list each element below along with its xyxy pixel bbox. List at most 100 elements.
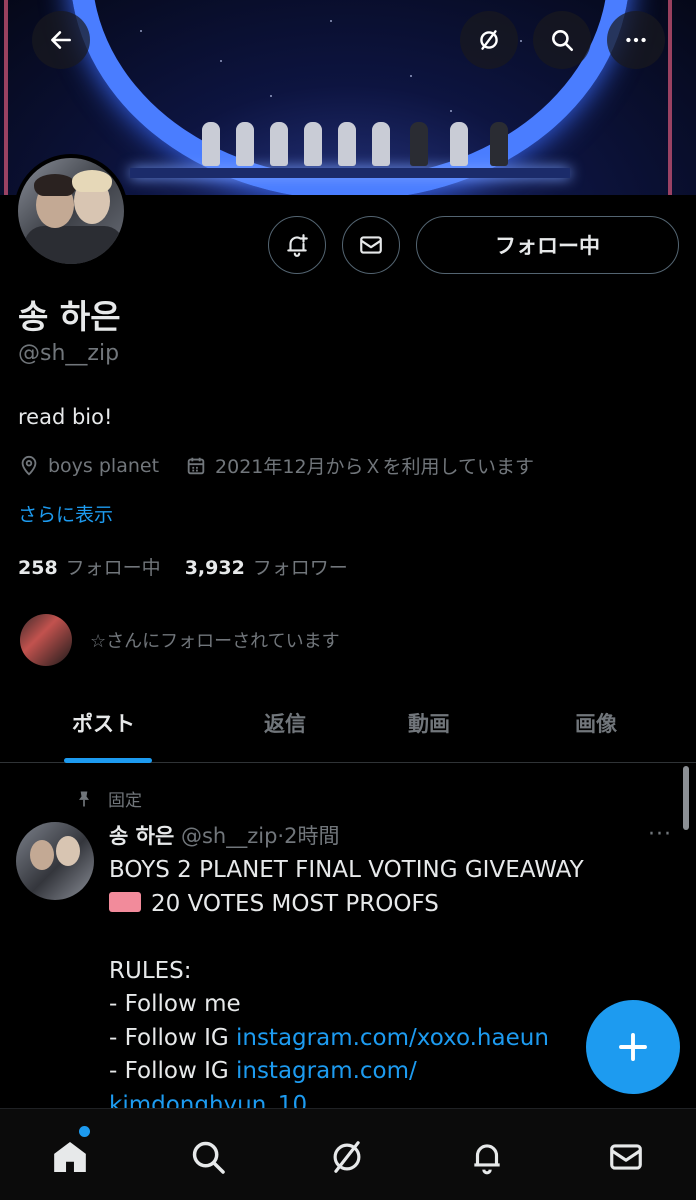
calendar-icon [187,457,205,474]
banner-figure [236,122,254,166]
profile-avatar[interactable] [14,154,128,268]
compose-button[interactable] [586,1000,680,1094]
banner-figure [410,122,428,166]
post-avatar[interactable] [16,822,94,900]
location-text: boys planet [48,454,160,477]
followed-by-row[interactable]: ☆さんにフォローされています [20,614,340,666]
banner-star [270,95,272,97]
avatar-figure [30,840,54,870]
bell-icon [474,1144,500,1175]
banner-star [220,60,222,62]
following-label: フォロー中 [65,557,161,579]
banner-star [140,30,142,32]
profile-tabs: ポスト 返信 動画 画像 [0,688,696,763]
slash-circle-icon [333,1141,361,1173]
post-text: BOYS 2 PLANET FINAL VOTING GIVEAWAY 20 V… [109,854,669,1122]
instagram-link[interactable]: instagram.com/ [236,1058,417,1084]
post-header: 송 하은 @sh__zip·2時間 [109,820,339,850]
banner-figure [338,122,356,166]
avatar-figure [34,174,76,196]
back-button[interactable] [32,11,90,69]
profile-name: 송 하은 [18,297,121,336]
profile-handle: @sh__zip [18,341,120,366]
slash-circle-icon [480,30,498,50]
avatar-figure [56,836,80,866]
mail-icon [610,1144,642,1170]
post-line: 20 VOTES MOST PROOFS [109,888,669,922]
tab-posts[interactable]: ポスト [72,708,135,738]
active-tab-indicator [64,758,152,763]
profile-bio: read bio! [18,405,113,429]
more-button[interactable] [607,11,665,69]
search-button[interactable] [533,11,591,69]
post-more-button[interactable]: ··· [648,822,672,847]
location-pin-icon [21,455,37,476]
show-more-link[interactable]: さらに表示 [18,500,113,527]
tab-videos[interactable]: 動画 [408,708,450,738]
banner-star [330,20,332,22]
tab-replies[interactable]: 返信 [264,708,306,738]
post-time[interactable]: 2時間 [284,824,339,848]
follower-avatar [20,614,72,666]
profile-meta: boys planet 2021年12月からＸを利用しています [18,452,560,479]
ticket-emoji-icon [109,892,141,912]
plus-icon [619,1033,647,1061]
post-author-name[interactable]: 송 하은 [109,824,174,848]
joined-text: 2021年12月からＸを利用しています [215,456,534,478]
banner-light-right [668,0,672,195]
banner-stage [130,168,570,178]
following-button[interactable]: フォロー中 [416,216,679,274]
banner-star [410,75,412,77]
search-icon [552,30,574,52]
avatar-figure [72,170,112,192]
mail-icon [360,236,382,254]
nav-notifications[interactable] [465,1135,509,1179]
post-line: BOYS 2 PLANET FINAL VOTING GIVEAWAY [109,857,584,883]
banner-figure [372,122,390,166]
post-line-text: - Follow IG [109,1024,236,1051]
joined-item: 2021年12月からＸを利用しています [185,452,534,479]
followers-label: フォロワー [252,557,348,579]
scrollbar[interactable] [683,766,689,830]
followers-stat[interactable]: 3,932 フォロワー [185,553,348,580]
instagram-link[interactable]: instagram.com/xoxo.haeun [236,1025,549,1051]
arrow-left-icon [51,31,71,49]
follow-stats: 258 フォロー中 3,932 フォロワー [18,553,372,580]
bottom-navigation [0,1108,696,1200]
message-button[interactable] [342,216,400,274]
pinned-label: 固定 [74,786,142,811]
post-line-text: 20 VOTES MOST PROOFS [151,890,439,917]
banner-figure [450,122,468,166]
post-line: - Follow IG instagram.com/ [109,1055,669,1089]
following-count: 258 [18,557,58,579]
grok-button[interactable] [460,11,518,69]
post-line: - Follow me [109,991,241,1017]
home-notification-dot [79,1126,90,1137]
banner-light-left [4,0,8,195]
banner-star [450,110,452,112]
bell-plus-icon [287,234,308,257]
post-line-text: - Follow IG [109,1058,236,1084]
followers-count: 3,932 [184,557,245,579]
banner-figure [490,122,508,166]
banner-figure [304,122,322,166]
banner-figure [270,122,288,166]
nav-grok[interactable] [325,1135,369,1179]
post-line: RULES: [109,957,192,984]
followed-by-text: ☆さんにフォローされています [90,631,340,652]
more-horizontal-icon [626,37,646,43]
tab-images[interactable]: 画像 [575,708,617,738]
search-icon [192,1141,225,1174]
following-stat[interactable]: 258 フォロー中 [18,553,161,580]
banner-figure [202,122,220,166]
pin-icon [79,791,89,806]
nav-home[interactable] [48,1135,92,1179]
pinned-text: 固定 [108,791,142,811]
nav-search[interactable] [186,1135,230,1179]
nav-messages[interactable] [604,1135,648,1179]
notify-button[interactable] [268,216,326,274]
post-line: - Follow IG instagram.com/xoxo.haeun [109,1022,669,1056]
post-author-handle[interactable]: @sh__zip [181,824,277,848]
banner-star [520,40,522,42]
